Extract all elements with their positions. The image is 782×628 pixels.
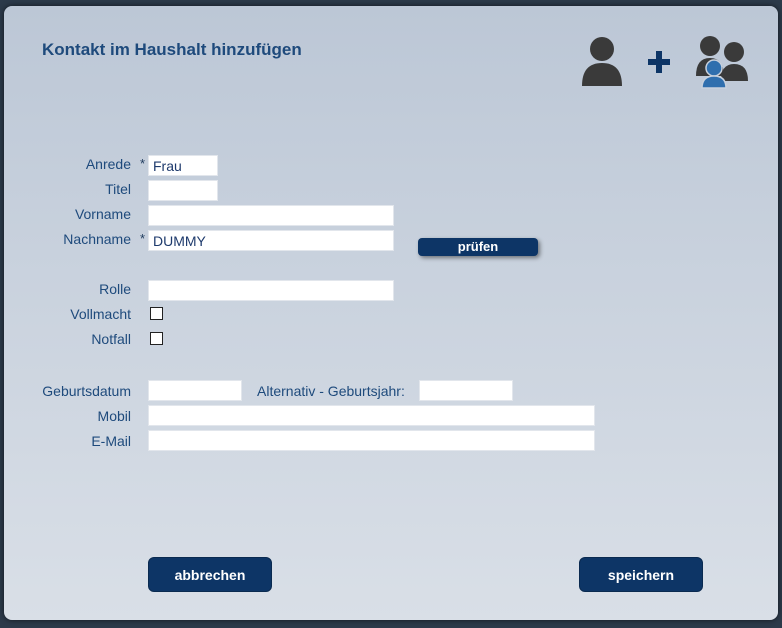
required-marker: * <box>140 231 146 246</box>
notfall-label: Notfall <box>91 331 131 347</box>
titel-field[interactable] <box>148 180 218 201</box>
group-icon <box>696 36 748 89</box>
rolle-label: Rolle <box>99 281 131 297</box>
person-icon <box>582 37 622 86</box>
vollmacht-checkbox[interactable] <box>150 307 163 320</box>
vorname-label: Vorname <box>74 206 131 222</box>
nachname-field[interactable]: DUMMY <box>148 230 394 251</box>
plus-icon <box>648 51 670 73</box>
required-marker: * <box>140 156 146 171</box>
geburtsjahr-field[interactable] <box>419 380 513 401</box>
header-icons <box>576 32 756 92</box>
vollmacht-label: Vollmacht <box>70 306 131 322</box>
dialog-title: Kontakt im Haushalt hinzufügen <box>42 40 302 59</box>
save-button[interactable]: speichern <box>579 557 703 592</box>
anrede-label: Anrede <box>85 156 131 172</box>
geburtsdatum-field[interactable] <box>148 380 242 401</box>
geburtsjahr-label: Alternativ - Geburtsjahr: <box>257 383 405 399</box>
nachname-label: Nachname <box>63 231 131 247</box>
rolle-field[interactable] <box>148 280 394 301</box>
notfall-checkbox[interactable] <box>150 332 163 345</box>
email-label: E-Mail <box>91 433 131 449</box>
mobil-label: Mobil <box>97 408 131 424</box>
anrede-field[interactable]: Frau <box>148 155 218 176</box>
cancel-button[interactable]: abbrechen <box>148 557 272 592</box>
pruefen-button[interactable]: prüfen <box>418 238 538 256</box>
mobil-field[interactable] <box>148 405 595 426</box>
titel-label: Titel <box>105 181 131 197</box>
email-field[interactable] <box>148 430 595 451</box>
add-contact-dialog: Kontakt im Haushalt hinzufügen Anrede * … <box>4 6 778 620</box>
vorname-field[interactable] <box>148 205 394 226</box>
geburtsdatum-label: Geburtsdatum <box>42 383 131 399</box>
